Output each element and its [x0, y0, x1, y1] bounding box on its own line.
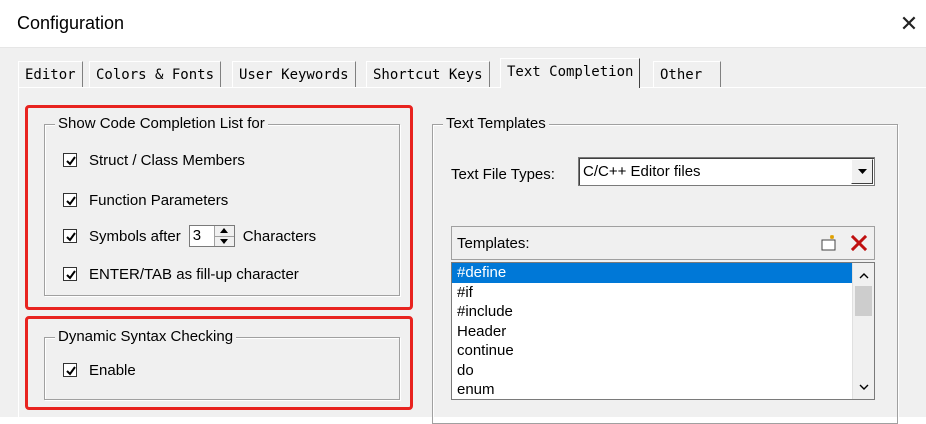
templates-listbox[interactable]: #define #if #include Header continue do … — [451, 262, 875, 400]
spin-down-icon[interactable] — [214, 235, 234, 246]
characters-label: Characters — [242, 227, 317, 245]
text-file-types-value: C/C++ Editor files — [583, 163, 701, 180]
tab-shortcut-keys[interactable]: Shortcut Keys — [366, 61, 490, 87]
templates-scrollbar[interactable] — [852, 263, 874, 399]
enter-tab-label: ENTER/TAB as fill-up character — [89, 265, 299, 283]
new-item-icon[interactable] — [818, 232, 840, 254]
delete-x-icon[interactable] — [848, 232, 870, 254]
tab-strip: Editor Colors & Fonts User Keywords Shor… — [18, 58, 738, 88]
symbols-count-value[interactable]: 3 — [190, 226, 214, 246]
tab-user-keywords[interactable]: User Keywords — [232, 61, 356, 87]
function-params-option[interactable]: Function Parameters — [63, 190, 228, 210]
close-icon[interactable]: ✕ — [894, 10, 924, 38]
struct-members-checkbox[interactable] — [63, 153, 77, 167]
enter-tab-checkbox[interactable] — [63, 267, 77, 281]
list-item[interactable]: enum — [452, 380, 874, 399]
symbols-after-label: Symbols after — [89, 227, 181, 245]
list-item[interactable]: #if — [452, 283, 874, 303]
code-completion-legend: Show Code Completion List for — [55, 115, 268, 133]
list-item[interactable]: do — [452, 361, 874, 381]
syntax-checking-legend: Dynamic Syntax Checking — [55, 328, 237, 346]
symbols-after-checkbox[interactable] — [63, 229, 77, 243]
title-bar: Configuration ✕ — [0, 0, 926, 48]
function-params-checkbox[interactable] — [63, 193, 77, 207]
list-item[interactable]: continue — [452, 341, 874, 361]
text-file-types-select[interactable]: C/C++ Editor files — [578, 157, 875, 186]
window-title: Configuration — [17, 13, 125, 33]
scroll-thumb[interactable] — [855, 286, 872, 316]
spin-up-icon[interactable] — [214, 226, 234, 236]
list-item[interactable]: Header — [452, 322, 874, 342]
text-templates-legend: Text Templates — [443, 115, 549, 133]
enter-tab-option[interactable]: ENTER/TAB as fill-up character — [63, 264, 299, 284]
text-file-types-label: Text File Types: — [451, 166, 555, 183]
templates-label: Templates: — [457, 235, 530, 252]
chevron-down-icon[interactable] — [851, 159, 873, 184]
scroll-down-icon[interactable] — [853, 376, 874, 397]
tab-other[interactable]: Other — [653, 61, 721, 87]
tab-colors-fonts[interactable]: Colors & Fonts — [89, 61, 222, 87]
list-item[interactable]: #include — [452, 302, 874, 322]
syntax-enable-label: Enable — [89, 361, 136, 379]
syntax-enable-checkbox[interactable] — [63, 363, 77, 377]
symbols-after-option[interactable]: Symbols after 3 Characters — [63, 225, 317, 247]
symbols-count-spinner[interactable]: 3 — [188, 225, 235, 247]
struct-members-label: Struct / Class Members — [89, 151, 245, 169]
list-item[interactable]: #define — [452, 263, 874, 283]
syntax-enable-option[interactable]: Enable — [63, 360, 136, 380]
templates-header: Templates: — [451, 226, 875, 260]
struct-members-option[interactable]: Struct / Class Members — [63, 150, 245, 170]
scroll-up-icon[interactable] — [853, 265, 874, 286]
function-params-label: Function Parameters — [89, 191, 229, 209]
tab-editor[interactable]: Editor — [18, 61, 83, 87]
tab-text-completion[interactable]: Text Completion — [500, 58, 641, 88]
